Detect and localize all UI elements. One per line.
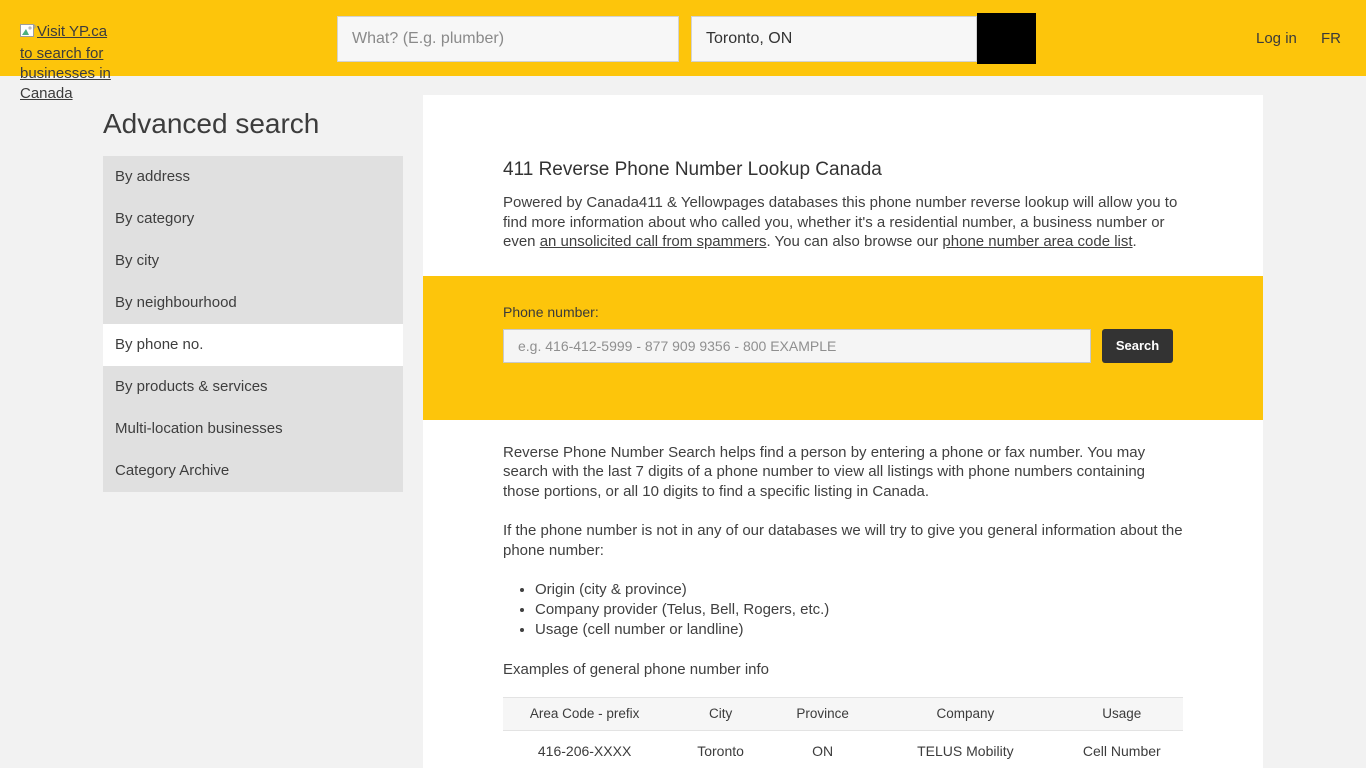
login-link[interactable]: Log in [1256,30,1297,47]
sidebar-item-by-city[interactable]: By city [103,240,403,282]
header-province: Province [775,697,870,730]
list-item-origin: Origin (city & province) [535,580,1183,600]
language-toggle-fr[interactable]: FR [1321,30,1341,47]
sidebar-item-multi-location[interactable]: Multi-location businesses [103,408,403,450]
header-area-code-prefix: Area Code - prefix [503,697,666,730]
list-item-provider: Company provider (Telus, Bell, Rogers, e… [535,600,1183,620]
spammers-link[interactable]: an unsolicited call from spammers [540,233,767,250]
cell-company: TELUS Mobility [870,730,1060,768]
table-row: 416-206-XXXX Toronto ON TELUS Mobility C… [503,730,1183,768]
header-usage: Usage [1061,697,1183,730]
phone-info-table: Area Code - prefix City Province Company… [503,697,1183,768]
description-paragraph-2: If the phone number is not in any of our… [503,521,1183,560]
description-paragraph-1: Reverse Phone Number Search helps find a… [503,443,1183,502]
header-search-button[interactable] [977,13,1036,64]
sidebar-item-by-products-services[interactable]: By products & services [103,366,403,408]
header-company: Company [870,697,1060,730]
advanced-search-title: Advanced search [103,108,319,140]
intro-text-after: . [1133,233,1137,250]
sidebar-item-category-archive[interactable]: Category Archive [103,450,403,492]
what-search-input[interactable] [337,16,679,62]
site-header [0,0,1366,76]
phone-number-label: Phone number: [503,304,1173,320]
phone-info-bullet-list: Origin (city & province) Company provide… [503,580,1183,639]
cell-province: ON [775,730,870,768]
list-item-usage: Usage (cell number or landline) [535,620,1183,640]
header-city: City [666,697,775,730]
area-code-list-link[interactable]: phone number area code list [942,233,1132,250]
advanced-search-menu: By address By category By city By neighb… [103,156,403,492]
yp-logo-link[interactable]: Visit YP.ca to search for businesses in … [20,22,122,104]
sidebar-item-by-category[interactable]: By category [103,198,403,240]
table-header-row: Area Code - prefix City Province Company… [503,697,1183,730]
cell-area-code-prefix: 416-206-XXXX [503,730,666,768]
broken-image-icon [20,24,36,44]
phone-lookup-panel: Phone number: Search [423,276,1263,420]
phone-search-button[interactable]: Search [1102,329,1173,363]
sidebar-item-by-address[interactable]: By address [103,156,403,198]
intro-text-middle: . You can also browse our [766,233,942,250]
phone-number-input[interactable] [503,329,1091,363]
page-title: 411 Reverse Phone Number Lookup Canada [503,159,1183,181]
sidebar-item-by-neighbourhood[interactable]: By neighbourhood [103,282,403,324]
main-content-card: 411 Reverse Phone Number Lookup Canada P… [423,95,1263,768]
where-search-input[interactable] [691,16,977,62]
intro-paragraph: Powered by Canada411 & Yellowpages datab… [503,193,1183,252]
sidebar-item-by-phone-no[interactable]: By phone no. [103,324,403,366]
cell-city: Toronto [666,730,775,768]
cell-usage: Cell Number [1061,730,1183,768]
examples-caption: Examples of general phone number info [503,660,1183,680]
